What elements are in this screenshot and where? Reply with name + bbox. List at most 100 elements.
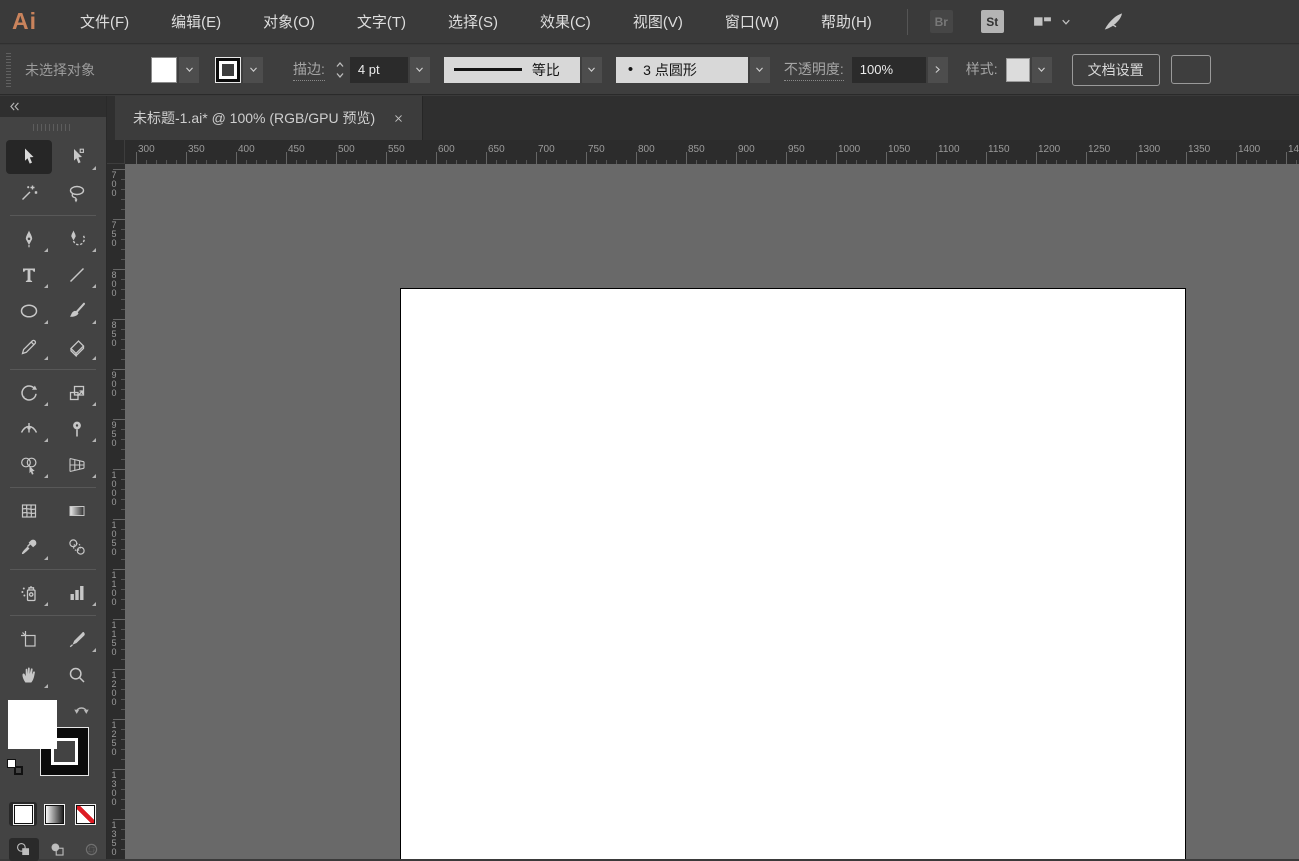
- apply-gradient-button[interactable]: [40, 802, 68, 826]
- ruler-label: 1050: [888, 144, 910, 155]
- lasso-icon: [67, 183, 87, 203]
- perspective-grid-tool[interactable]: [54, 448, 100, 482]
- fill-stroke-proxy: [0, 700, 106, 788]
- apply-none-button[interactable]: [71, 802, 99, 826]
- blend-tool[interactable]: [54, 530, 100, 564]
- close-tab-icon[interactable]: [393, 113, 404, 124]
- pencil-icon: [19, 337, 39, 357]
- zoom-tool[interactable]: [54, 658, 100, 692]
- shape-builder-icon: [19, 455, 39, 475]
- panel-grip-handle[interactable]: [6, 53, 11, 87]
- stroke-profile-dropdown[interactable]: [582, 57, 602, 83]
- fill-proxy-swatch[interactable]: [8, 700, 57, 749]
- fill-color-dropdown[interactable]: [179, 57, 199, 83]
- draw-behind-button[interactable]: [43, 838, 73, 861]
- menu-item[interactable]: 窗口(W): [704, 0, 800, 43]
- apply-color-button[interactable]: [9, 802, 37, 826]
- style-dropdown[interactable]: [1032, 57, 1052, 83]
- hand-tool[interactable]: [6, 658, 52, 692]
- toolbar-separator: [10, 487, 96, 488]
- opacity-label[interactable]: 不透明度:: [784, 59, 844, 81]
- zoom-icon: [67, 665, 87, 685]
- bridge-badge[interactable]: Br: [930, 10, 953, 33]
- selection-tool[interactable]: [6, 140, 52, 174]
- toolbar-grip-handle[interactable]: [33, 124, 73, 131]
- stock-badge[interactable]: St: [981, 10, 1004, 33]
- paintbrush-tool[interactable]: [54, 294, 100, 328]
- default-fill-stroke-icon[interactable]: [7, 759, 23, 775]
- width-tool[interactable]: [6, 412, 52, 446]
- lasso-tool[interactable]: [54, 176, 100, 210]
- direct-selection-icon: [67, 147, 87, 167]
- line-segment-tool[interactable]: [54, 258, 100, 292]
- ruler-label: 9 0 0: [110, 371, 118, 398]
- gradient-tool[interactable]: [54, 494, 100, 528]
- stroke-profile-select[interactable]: 等比: [444, 57, 580, 83]
- direct-selection-tool[interactable]: [54, 140, 100, 174]
- fill-color-swatch[interactable]: [151, 57, 177, 83]
- draw-normal-button[interactable]: [9, 838, 39, 861]
- artboard[interactable]: [400, 288, 1186, 859]
- type-icon: [19, 265, 39, 285]
- knife-tool[interactable]: [54, 622, 100, 656]
- menu-item[interactable]: 帮助(H): [800, 0, 893, 43]
- scale-tool[interactable]: [54, 376, 100, 410]
- collapse-dock-icon[interactable]: [8, 100, 21, 113]
- style-label: 样式:: [966, 59, 998, 80]
- artboard-tool[interactable]: [6, 622, 52, 656]
- opacity-expand-button[interactable]: [928, 57, 948, 83]
- opacity-input[interactable]: 100%: [852, 57, 926, 83]
- ruler-label: 450: [288, 144, 305, 155]
- stroke-weight-dropdown[interactable]: [410, 57, 430, 83]
- partial-button[interactable]: [1171, 55, 1211, 84]
- symbol-sprayer-tool[interactable]: [6, 576, 52, 610]
- swap-fill-stroke-icon[interactable]: [72, 700, 91, 719]
- scale-icon: [67, 383, 87, 403]
- brush-select[interactable]: • 3 点圆形: [616, 57, 748, 83]
- stroke-color-swatch[interactable]: [215, 57, 241, 83]
- menu-item[interactable]: 文件(F): [59, 0, 150, 43]
- vertical-ruler[interactable]: 7 0 07 5 08 0 08 5 09 0 09 5 01 0 0 01 0…: [107, 164, 125, 859]
- menu-item[interactable]: 选择(S): [427, 0, 519, 43]
- pen-tool[interactable]: [6, 222, 52, 256]
- magic-wand-tool[interactable]: [6, 176, 52, 210]
- document-setup-button[interactable]: 文档设置: [1072, 54, 1160, 86]
- eraser-tool[interactable]: [54, 330, 100, 364]
- menu-item[interactable]: 效果(C): [519, 0, 612, 43]
- pencil-tool[interactable]: [6, 330, 52, 364]
- style-swatch[interactable]: [1006, 58, 1030, 82]
- ruler-label: 1 1 0 0: [110, 571, 118, 607]
- stroke-weight-input[interactable]: 4 pt: [350, 57, 408, 83]
- shape-builder-tool[interactable]: [6, 448, 52, 482]
- menu-item[interactable]: 文字(T): [336, 0, 427, 43]
- menu-item[interactable]: 对象(O): [242, 0, 336, 43]
- document-tab[interactable]: 未标题-1.ai* @ 100% (RGB/GPU 预览): [115, 96, 423, 140]
- stroke-profile-preview: [454, 68, 522, 71]
- horizontal-ruler[interactable]: 3003504004505005506006507007508008509009…: [125, 140, 1299, 164]
- eyedropper-tool[interactable]: [6, 530, 52, 564]
- column-graph-tool[interactable]: [54, 576, 100, 610]
- artboard-icon: [19, 629, 39, 649]
- stroke-color-dropdown[interactable]: [243, 57, 263, 83]
- canvas-area[interactable]: [125, 164, 1299, 859]
- type-tool[interactable]: [6, 258, 52, 292]
- curvature-icon: [67, 229, 87, 249]
- mesh-tool[interactable]: [6, 494, 52, 528]
- menu-item[interactable]: 编辑(E): [150, 0, 242, 43]
- chevron-down-icon[interactable]: [1060, 16, 1072, 28]
- ruler-label: 600: [438, 144, 455, 155]
- eraser-icon: [67, 337, 87, 357]
- stroke-weight-label[interactable]: 描边:: [293, 59, 325, 81]
- ruler-label: 1100: [938, 144, 960, 155]
- rotate-tool[interactable]: [6, 376, 52, 410]
- menu-item[interactable]: 视图(V): [612, 0, 704, 43]
- puppet-warp-tool[interactable]: [54, 412, 100, 446]
- curvature-tool[interactable]: [54, 222, 100, 256]
- share-icon[interactable]: [1102, 11, 1124, 33]
- line-segment-icon: [67, 265, 87, 285]
- ruler-corner[interactable]: [107, 140, 125, 164]
- brush-dropdown[interactable]: [750, 57, 770, 83]
- workspace-switcher-icon[interactable]: [1032, 11, 1053, 32]
- ellipse-tool[interactable]: [6, 294, 52, 328]
- stroke-weight-stepper[interactable]: [335, 61, 345, 79]
